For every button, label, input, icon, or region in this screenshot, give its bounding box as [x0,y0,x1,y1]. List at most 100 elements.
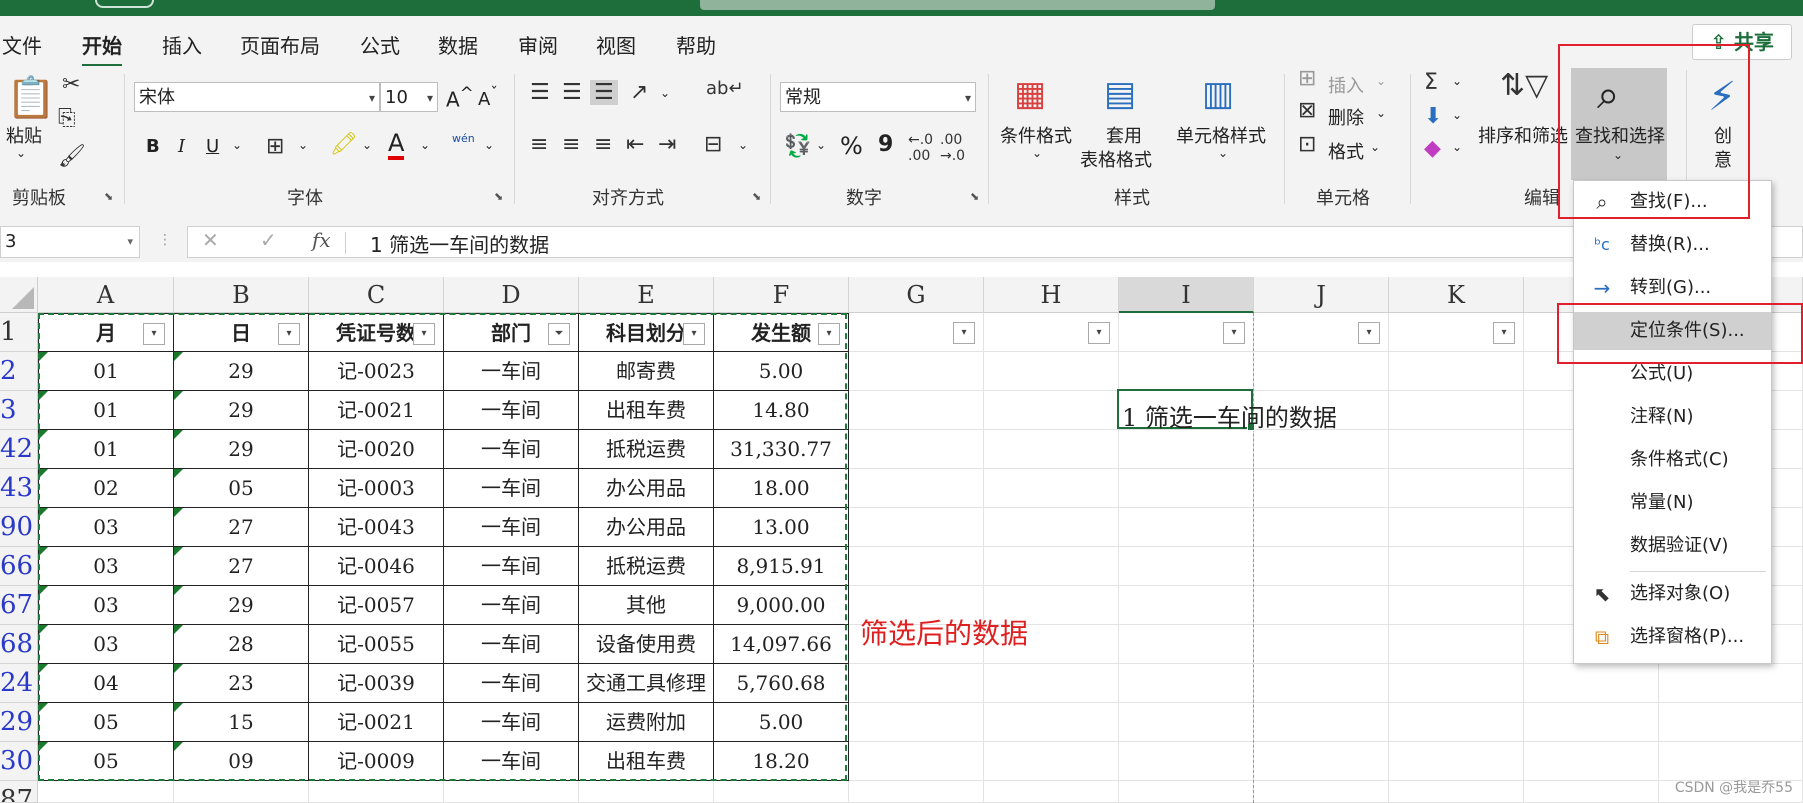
filter-dropdown-button[interactable]: ▾ [143,323,165,345]
tab-home[interactable]: 开始 [82,30,122,67]
align-center-icon[interactable]: ≡ [562,132,580,157]
table-cell[interactable] [1119,352,1254,391]
confirm-formula-button[interactable]: ✓ [260,228,277,252]
column-header-i[interactable]: I [1119,277,1254,313]
align-bottom-icon[interactable]: ☰ [590,80,618,105]
row-header[interactable]: 90 [0,508,38,547]
table-cell[interactable] [849,664,984,703]
table-cell[interactable]: 18.20 [714,742,849,781]
autosave-toggle[interactable] [95,0,154,8]
filter-dropdown-button[interactable]: ▾ [683,323,705,345]
table-cell[interactable] [984,508,1119,547]
table-cell[interactable] [1524,742,1659,781]
filter-dropdown-button[interactable]: ▾ [1088,322,1110,344]
fill-icon[interactable]: ⬇ [1424,104,1442,129]
delete-cells-icon[interactable]: ⊠ [1298,98,1316,123]
align-left-icon[interactable]: ≡ [530,132,548,157]
table-cell[interactable]: 出租车费 [579,391,714,430]
more-options-icon[interactable]: ⋮ [158,232,172,248]
table-cell[interactable] [1119,508,1254,547]
header-cell[interactable]: 科目划分 ▾ [579,313,714,352]
select-all-corner[interactable] [0,277,38,313]
table-cell[interactable] [1254,547,1389,586]
alignment-launcher-icon[interactable]: ⬊ [752,190,761,203]
table-cell[interactable]: 记-0055 [309,625,444,664]
table-cell[interactable] [1389,625,1524,664]
align-middle-icon[interactable]: ☰ [562,80,582,105]
table-cell[interactable] [444,781,579,803]
table-cell[interactable] [309,781,444,803]
column-header-c[interactable]: C [309,277,444,313]
table-cell[interactable]: 05 [38,742,174,781]
table-cell[interactable]: 03 [38,586,174,625]
table-cell[interactable]: 运费附加 [579,703,714,742]
number-format-select[interactable]: 常规 ▾ [780,82,976,112]
table-cell[interactable] [1389,547,1524,586]
table-cell[interactable]: 03 [38,625,174,664]
row-header[interactable]: 42 [0,430,38,469]
decrease-decimal-icon[interactable]: .00 →.0 [940,132,965,164]
title-search-box[interactable] [700,0,1215,10]
row-header[interactable]: 2 [0,352,38,391]
row-header[interactable]: 3 [0,391,38,430]
table-cell[interactable]: 29 [174,430,309,469]
paste-label[interactable]: 粘贴 [6,122,42,148]
table-cell[interactable] [579,781,714,803]
header-cell[interactable]: 发生额 ▾ [714,313,849,352]
clear-icon[interactable]: ◆ [1424,136,1441,161]
row-header[interactable]: 66 [0,547,38,586]
table-cell[interactable] [1524,703,1659,742]
chevron-down-icon[interactable]: ⌄ [484,138,494,152]
table-cell[interactable]: 一车间 [444,508,579,547]
table-cell[interactable]: 14,097.66 [714,625,849,664]
table-cell[interactable]: 03 [38,508,174,547]
table-cell[interactable] [984,781,1119,803]
table-cell[interactable]: 5.00 [714,703,849,742]
table-cell[interactable]: 03 [38,547,174,586]
table-cell[interactable] [984,547,1119,586]
table-cell[interactable]: 04 [38,664,174,703]
copy-icon[interactable]: ⎘ [58,106,76,131]
table-cell[interactable] [1389,664,1524,703]
bold-button[interactable]: B [146,136,160,157]
chevron-down-icon[interactable]: ⌄ [232,138,242,152]
font-name-select[interactable]: 宋体 ▾ [134,82,380,112]
chevron-down-icon[interactable]: ⌄ [298,138,308,152]
increase-decimal-icon[interactable]: ←.0.00 [908,132,933,164]
table-cell[interactable] [1389,391,1524,430]
tab-formulas[interactable]: 公式 [360,30,400,59]
table-cell[interactable] [849,430,984,469]
column-header-a[interactable]: A [38,277,174,313]
percent-button[interactable]: % [840,132,863,160]
table-cell[interactable] [1389,352,1524,391]
paste-icon[interactable]: 📋 [6,74,56,121]
align-right-icon[interactable]: ≡ [594,132,612,157]
table-cell[interactable]: 01 [38,352,174,391]
table-cell[interactable] [849,352,984,391]
fill-color-icon[interactable]: 🖍 [330,132,358,157]
row-header[interactable]: 67 [0,586,38,625]
table-cell[interactable]: 记-0039 [309,664,444,703]
table-cell[interactable] [174,781,309,803]
table-cell[interactable]: 一车间 [444,469,579,508]
table-cell[interactable]: 31,330.77 [714,430,849,469]
column-header-j[interactable]: J [1254,277,1389,313]
column-header-b[interactable]: B [174,277,309,313]
table-cell[interactable]: 交通工具修理 [579,664,714,703]
chevron-down-icon[interactable]: ▾ [127,227,133,257]
orientation-icon[interactable]: ↗ [630,80,648,105]
table-cell[interactable] [1254,352,1389,391]
table-cell[interactable]: 出租车费 [579,742,714,781]
table-cell[interactable]: 05 [174,469,309,508]
chevron-down-icon[interactable]: ⌄ [420,138,430,152]
paste-dropdown-icon[interactable]: ⌄ [16,146,26,160]
insert-cells-icon[interactable]: ⊞ [1298,66,1316,91]
filter-dropdown-button[interactable]: ▾ [953,322,975,344]
number-launcher-icon[interactable]: ⬊ [970,190,979,203]
column-header-g[interactable]: G [849,277,984,313]
table-cell[interactable] [1389,781,1524,803]
table-cell[interactable] [1254,742,1389,781]
table-cell[interactable]: 一车间 [444,625,579,664]
table-cell[interactable] [1389,742,1524,781]
filter-dropdown-button[interactable]: ▾ [818,323,840,345]
